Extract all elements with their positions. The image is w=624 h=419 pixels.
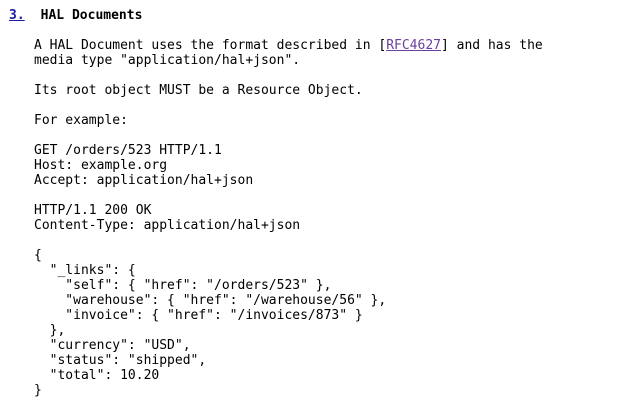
rfc4627-reference-link[interactable]: RFC4627 <box>386 38 441 53</box>
json-body-example: { "_links": { "self": { "href": "/orders… <box>34 248 386 398</box>
json-line: "_links": { <box>34 263 136 278</box>
response-line: Content-Type: application/hal+json <box>34 218 301 233</box>
intro-paragraph: A HAL Document uses the format described… <box>34 38 543 68</box>
request-line: Accept: application/hal+json <box>34 173 254 188</box>
intro-line-1: A HAL Document uses the format described… <box>34 38 543 53</box>
intro-line-2: media type "application/hal+json". <box>34 53 301 68</box>
example-intro-paragraph: For example: <box>34 113 128 128</box>
root-object-text: Its root object MUST be a Resource Objec… <box>34 83 363 98</box>
json-line: } <box>34 383 42 398</box>
section-number-link[interactable]: 3. <box>9 8 25 23</box>
response-line: HTTP/1.1 200 OK <box>34 203 152 218</box>
json-line: { <box>34 248 42 263</box>
intro-text-after-ref: ] and has the <box>441 38 543 53</box>
root-object-paragraph: Its root object MUST be a Resource Objec… <box>34 83 363 98</box>
json-line: "status": "shipped", <box>34 353 207 368</box>
http-response-example: HTTP/1.1 200 OK Content-Type: application… <box>34 203 300 233</box>
request-line: Host: example.org <box>34 158 168 173</box>
request-line: GET /orders/523 HTTP/1.1 <box>34 143 222 158</box>
intro-text-before-ref: A HAL Document uses the format described… <box>34 38 387 53</box>
json-line: "total": 10.20 <box>34 368 160 383</box>
json-line: "invoice": { "href": "/invoices/873" } <box>34 308 363 323</box>
section-title: HAL Documents <box>40 8 143 23</box>
http-request-example: GET /orders/523 HTTP/1.1 Host: example.or… <box>34 143 253 188</box>
document-page: 3. HAL Documents A HAL Document uses the … <box>0 0 624 419</box>
json-line: "currency": "USD", <box>34 338 191 353</box>
json-line: "self": { "href": "/orders/523" }, <box>34 278 332 293</box>
example-intro-text: For example: <box>34 113 128 128</box>
json-line: }, <box>34 323 66 338</box>
json-line: "warehouse": { "href": "/warehouse/56" }… <box>34 293 387 308</box>
section-heading: 3. HAL Documents <box>9 8 142 23</box>
